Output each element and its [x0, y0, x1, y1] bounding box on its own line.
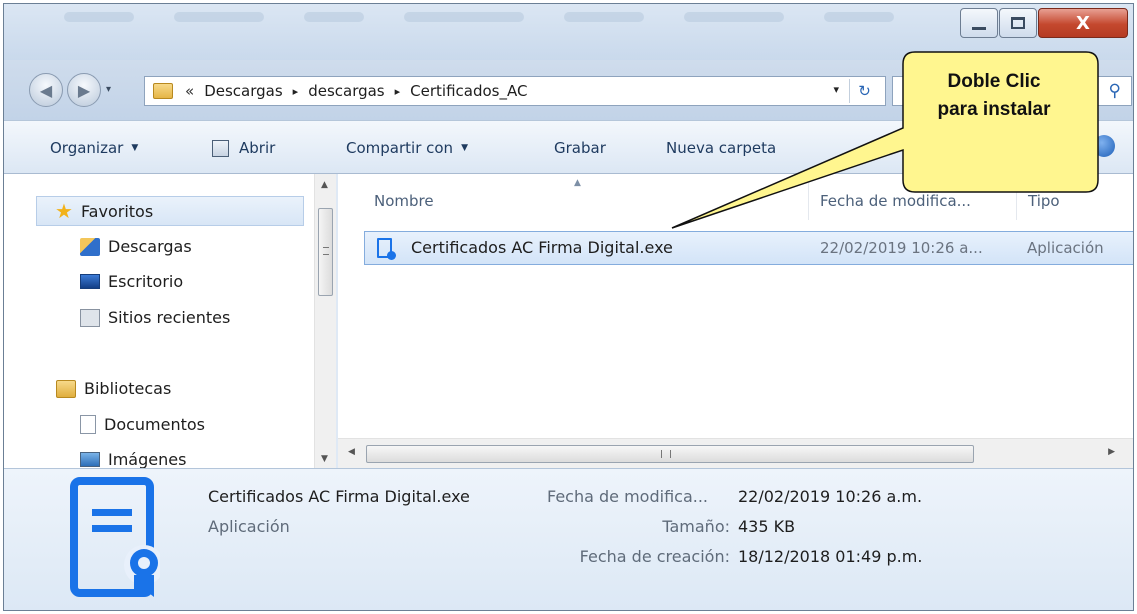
maximize-button[interactable] [999, 8, 1037, 38]
minimize-icon [972, 26, 986, 30]
address-bar[interactable]: « Descargas ▸ descargas ▸ Certificados_A… [144, 76, 886, 106]
sidebar-item-label: Sitios recientes [108, 308, 231, 327]
scroll-thumb[interactable] [318, 208, 333, 296]
maximize-icon [1011, 17, 1025, 29]
close-button[interactable]: X [1038, 8, 1128, 38]
libraries-icon [56, 379, 76, 398]
recent-places-icon [80, 308, 100, 327]
details-created-value: 18/12/2018 01:49 p.m. [738, 547, 923, 566]
downloads-folder-icon [80, 237, 100, 256]
close-icon: X [1076, 12, 1090, 34]
column-nombre[interactable]: Nombre [374, 192, 434, 210]
sidebar-item-label: Bibliotecas [84, 379, 172, 398]
nav-vertical-scrollbar[interactable]: ▲ ▼ [314, 174, 336, 468]
breadcrumb-certificados[interactable]: Certificados_AC [410, 82, 527, 100]
scroll-right-icon[interactable]: ▶ [1108, 447, 1115, 457]
callout-line-2: para instalar [937, 99, 1051, 120]
navigation-pane: ★ Favoritos Descargas Escritorio Sitios r… [4, 174, 336, 468]
certificate-badge-icon [387, 251, 396, 260]
breadcrumb-separator-icon[interactable]: ▸ [395, 85, 401, 98]
file-row[interactable]: Certificados AC Firma Digital.exe 22/02/… [364, 231, 1133, 265]
file-type: Aplicación [1027, 239, 1104, 257]
help-icon[interactable] [1093, 135, 1115, 157]
details-file-type: Aplicación [208, 517, 290, 536]
back-button[interactable]: ◀ [29, 73, 63, 107]
dropdown-arrow-icon: ▼ [131, 143, 139, 153]
abrir-button[interactable]: Abrir [212, 139, 275, 157]
pictures-icon [80, 452, 100, 467]
horizontal-scrollbar[interactable]: ◀ ▶ [338, 438, 1133, 468]
certificate-large-icon [70, 477, 160, 597]
file-date: 22/02/2019 10:26 a... [820, 239, 983, 257]
details-size-label: Tamaño: [662, 517, 730, 536]
column-tipo[interactable]: Tipo [1028, 192, 1060, 210]
compartir-button[interactable]: Compartir con ▼ [346, 139, 468, 157]
search-icon[interactable]: ⚲ [1109, 81, 1121, 101]
open-icon [212, 139, 229, 157]
sidebar-item-label: Imágenes [108, 450, 187, 468]
sidebar-item-bibliotecas[interactable]: Bibliotecas [56, 379, 171, 398]
callout-text: Doble Clic para instalar [900, 68, 1088, 124]
sidebar-item-label: Descargas [108, 237, 192, 256]
sidebar-item-imagenes[interactable]: Imágenes [80, 450, 186, 468]
sidebar-item-documentos[interactable]: Documentos [80, 415, 205, 434]
folder-icon [153, 83, 173, 99]
grabar-button[interactable]: Grabar [554, 139, 606, 157]
grabar-label: Grabar [554, 139, 606, 157]
address-dropdown-icon[interactable]: ▾ [833, 83, 839, 96]
breadcrumb-separator-icon[interactable]: ▸ [293, 85, 299, 98]
sort-ascending-icon: ▲ [574, 178, 581, 188]
command-bar: Organizar ▼ Abrir Compartir con ▼ Grabar N… [4, 120, 1133, 174]
details-file-name: Certificados AC Firma Digital.exe [208, 487, 470, 506]
file-name: Certificados AC Firma Digital.exe [411, 238, 673, 257]
overflow-chevrons[interactable]: « [185, 82, 194, 100]
column-header: Nombre ▲ Fecha de modifica... Tipo [338, 174, 1133, 228]
sidebar-item-descargas[interactable]: Descargas [80, 237, 192, 256]
organizar-label: Organizar [50, 139, 124, 157]
breadcrumb-descargas[interactable]: descargas [308, 82, 384, 100]
sidebar-item-label: Favoritos [80, 201, 154, 221]
nueva-carpeta-button[interactable]: Nueva carpeta [666, 139, 776, 157]
column-fecha[interactable]: Fecha de modifica... [820, 192, 971, 210]
breadcrumb-descargas-root[interactable]: Descargas [204, 82, 282, 100]
document-icon [80, 415, 96, 434]
scroll-down-icon[interactable]: ▼ [321, 454, 328, 464]
recent-pages-dropdown[interactable]: ▾ [106, 84, 111, 95]
details-pane: Certificados AC Firma Digital.exe Aplica… [4, 468, 1133, 610]
details-modified-label: Fecha de modifica... [547, 487, 708, 506]
abrir-label: Abrir [239, 139, 276, 157]
sidebar-item-label: Documentos [104, 415, 206, 434]
forward-arrow-icon: ▶ [77, 80, 91, 100]
file-list-pane: Nombre ▲ Fecha de modifica... Tipo Certi… [338, 174, 1133, 468]
minimize-button[interactable] [960, 8, 998, 38]
sidebar-item-favoritos[interactable]: ★ Favoritos [36, 196, 304, 226]
sidebar-item-sitios-recientes[interactable]: Sitios recientes [80, 308, 230, 327]
details-created-label: Fecha de creación: [579, 547, 730, 566]
sidebar-item-label: Escritorio [108, 272, 184, 291]
scroll-up-icon[interactable]: ▲ [321, 180, 328, 190]
dropdown-arrow-icon: ▼ [461, 143, 468, 153]
title-bar: X [4, 4, 1133, 60]
scroll-left-icon[interactable]: ◀ [348, 447, 355, 457]
compartir-label: Compartir con [346, 139, 454, 157]
organizar-button[interactable]: Organizar ▼ [50, 139, 138, 157]
callout-line-1: Doble Clic [947, 71, 1041, 92]
details-size-value: 435 KB [738, 517, 796, 536]
desktop-icon [80, 274, 100, 289]
star-icon: ★ [55, 199, 73, 223]
details-modified-value: 22/02/2019 10:26 a.m. [738, 487, 923, 506]
back-arrow-icon: ◀ [39, 80, 53, 100]
forward-button[interactable]: ▶ [67, 73, 101, 107]
scroll-thumb[interactable] [366, 445, 974, 463]
nueva-carpeta-label: Nueva carpeta [666, 139, 777, 157]
refresh-button[interactable]: ↻ [849, 79, 879, 103]
sidebar-item-escritorio[interactable]: Escritorio [80, 272, 183, 291]
